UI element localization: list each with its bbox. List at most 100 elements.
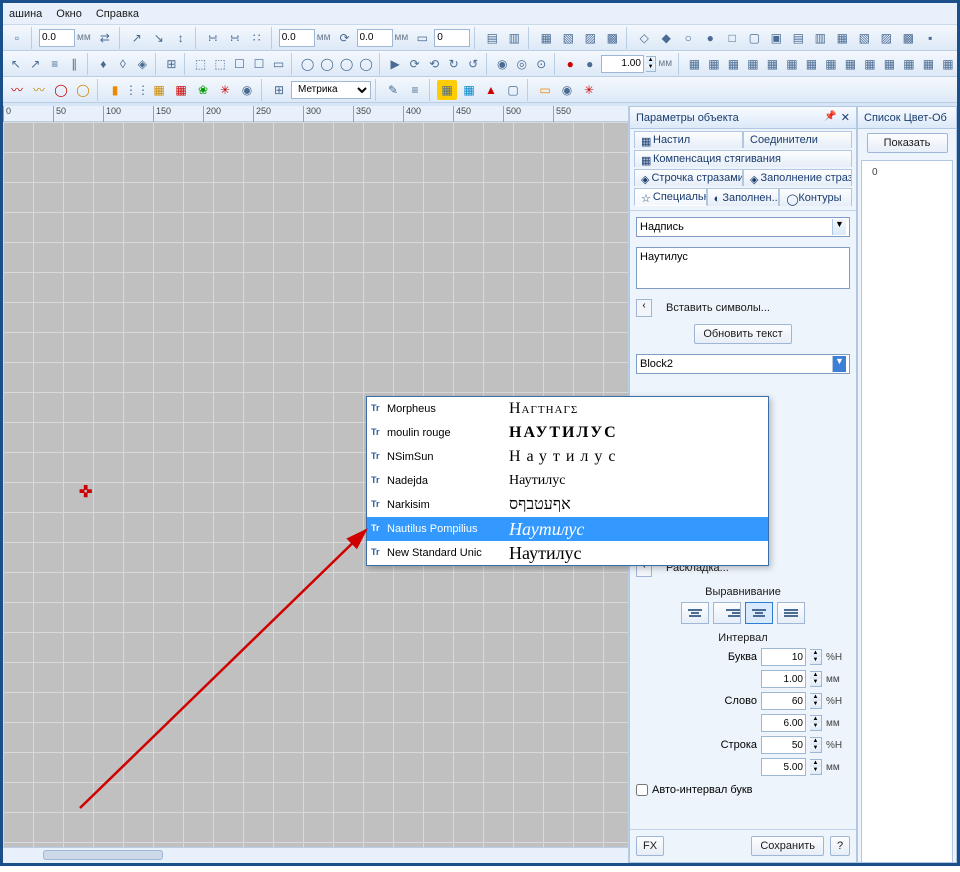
menu-machine[interactable]: ашина	[9, 8, 42, 20]
tab-fill[interactable]: ◐Заполнен...	[707, 188, 780, 206]
tool-btn[interactable]: ∥	[66, 54, 84, 74]
tool-btn[interactable]: ↘	[149, 28, 169, 48]
tool-btn[interactable]: ▦	[686, 54, 704, 74]
tab-special[interactable]: ☆Специальн...	[634, 188, 707, 206]
tool-btn[interactable]: ◯	[338, 54, 356, 74]
tool-btn[interactable]: ↖	[7, 54, 25, 74]
tool-btn[interactable]: ≡	[405, 80, 425, 100]
tool-btn[interactable]: ◯	[299, 54, 317, 74]
auto-interval-checkbox[interactable]	[636, 784, 648, 796]
tool-btn[interactable]: ⊙	[532, 54, 550, 74]
type-combo[interactable]: Надпись▼	[636, 217, 850, 237]
tool-btn[interactable]: ▢	[503, 80, 523, 100]
letter-mm-input[interactable]	[762, 671, 805, 687]
word-mm-input[interactable]	[762, 715, 805, 731]
tool-btn[interactable]: ◎	[513, 54, 531, 74]
tab-underlay[interactable]: ▦Настил	[634, 131, 743, 148]
font-dropdown[interactable]: TrMorpheusΗαγτηαγςTrmoulin rougeНАУТИЛУС…	[366, 396, 769, 566]
tool-btn[interactable]: ⇄	[95, 28, 115, 48]
tool-btn[interactable]: ●	[562, 54, 580, 74]
show-button[interactable]: Показать	[867, 133, 948, 153]
tool-btn[interactable]: ☐	[231, 54, 249, 74]
units-combo[interactable]: Метрика	[291, 81, 371, 99]
tool-btn[interactable]: ▦	[171, 80, 191, 100]
tool-btn[interactable]: ↗	[127, 28, 147, 48]
tool-btn[interactable]: ▦	[861, 54, 879, 74]
tool-btn[interactable]: ▭	[412, 28, 432, 48]
coord-c[interactable]	[357, 29, 393, 47]
insert-symbols-button[interactable]: Вставить символы...	[658, 298, 850, 318]
tool-btn[interactable]: ▦	[881, 54, 899, 74]
tool-btn[interactable]: ◉	[557, 80, 577, 100]
tool-btn[interactable]: ▦	[822, 54, 840, 74]
tool-btn[interactable]: ❀	[193, 80, 213, 100]
tool-btn[interactable]: 〰	[7, 80, 27, 100]
pin-icon[interactable]: 📌	[824, 111, 836, 124]
tool-btn[interactable]: 〰	[29, 80, 49, 100]
font-combo[interactable]: Block2▼	[636, 354, 850, 374]
tool-btn[interactable]: ▤	[482, 28, 502, 48]
update-text-button[interactable]: Обновить текст	[694, 324, 791, 344]
font-option[interactable]: Trmoulin rougeНАУТИЛУС	[367, 421, 768, 445]
tool-btn[interactable]: ⊞	[163, 54, 181, 74]
align-center-button[interactable]	[745, 602, 773, 624]
tool-btn[interactable]: ▦	[536, 28, 556, 48]
tool-btn[interactable]: ⬚	[211, 54, 229, 74]
font-option[interactable]: TrNSimSunНаутилус	[367, 445, 768, 469]
tool-btn[interactable]: ◉	[237, 80, 257, 100]
tool-btn[interactable]: ◈	[134, 54, 152, 74]
tool-btn[interactable]: ▦	[783, 54, 801, 74]
tool-btn[interactable]: ▮	[105, 80, 125, 100]
tool-btn[interactable]: ▦	[149, 80, 169, 100]
tool-btn[interactable]: ▪	[920, 28, 940, 48]
tool-btn[interactable]: ▦	[459, 80, 479, 100]
tool-btn[interactable]: ○	[678, 28, 698, 48]
chev-left-icon[interactable]: ‹	[636, 299, 652, 317]
align-left-button[interactable]	[681, 602, 709, 624]
tool-btn[interactable]: ☐	[250, 54, 268, 74]
tool-btn[interactable]: ◯	[73, 80, 93, 100]
tool-btn[interactable]: ✳	[579, 80, 599, 100]
menu-help[interactable]: Справка	[96, 8, 139, 20]
tool-btn[interactable]: ▢	[744, 28, 764, 48]
tool-btn[interactable]: ▦	[803, 54, 821, 74]
tool-btn[interactable]: ◯	[51, 80, 71, 100]
tool-btn[interactable]: ▦	[744, 54, 762, 74]
line-mm-input[interactable]	[762, 759, 805, 775]
tool-btn[interactable]: ⬚	[192, 54, 210, 74]
tool-btn[interactable]: ↗	[27, 54, 45, 74]
tool-btn[interactable]: ▧	[558, 28, 578, 48]
tool-btn[interactable]: ⋮⋮	[127, 80, 147, 100]
fx-button[interactable]: FX	[636, 836, 664, 856]
tool-btn[interactable]: ⟲	[425, 54, 443, 74]
tool-btn[interactable]: ⟳	[406, 54, 424, 74]
save-button[interactable]: Сохранить	[751, 836, 824, 856]
tab-outlines[interactable]: ◯Контуры	[779, 188, 852, 206]
tool-btn[interactable]: ▣	[766, 28, 786, 48]
tool-btn[interactable]: ▥	[810, 28, 830, 48]
tab-rhinestone-fill[interactable]: ◈Заполнение страза...	[743, 169, 852, 186]
tab-pull-comp[interactable]: ▦Компенсация стягивания	[634, 150, 852, 167]
tool-btn[interactable]: ◉	[493, 54, 511, 74]
font-option[interactable]: TrNew Standard UnicНаутилус	[367, 541, 768, 565]
tool-btn[interactable]: ●	[581, 54, 599, 74]
coord-a[interactable]	[39, 29, 75, 47]
text-input[interactable]	[636, 247, 850, 289]
tool-btn[interactable]: ▶	[386, 54, 404, 74]
tool-btn[interactable]: ▧	[854, 28, 874, 48]
tool-btn[interactable]: ●	[700, 28, 720, 48]
line-spacing-input[interactable]	[762, 737, 805, 753]
tool-btn[interactable]: ∷	[247, 28, 267, 48]
tool-btn[interactable]: ▩	[602, 28, 622, 48]
tool-btn[interactable]: ≡	[46, 54, 64, 74]
font-option[interactable]: TrNautilus PompiliusНаутилус	[367, 517, 768, 541]
tool-btn[interactable]: ↻	[445, 54, 463, 74]
tool-btn[interactable]: ∺	[225, 28, 245, 48]
tool-btn[interactable]: ▦	[842, 54, 860, 74]
tool-btn[interactable]: ↺	[464, 54, 482, 74]
tool-btn[interactable]: ♦	[95, 54, 113, 74]
tool-btn[interactable]: ▦	[920, 54, 938, 74]
tool-btn[interactable]: ▥	[504, 28, 524, 48]
tool-btn[interactable]: ◯	[318, 54, 336, 74]
tool-btn[interactable]: ✎	[383, 80, 403, 100]
